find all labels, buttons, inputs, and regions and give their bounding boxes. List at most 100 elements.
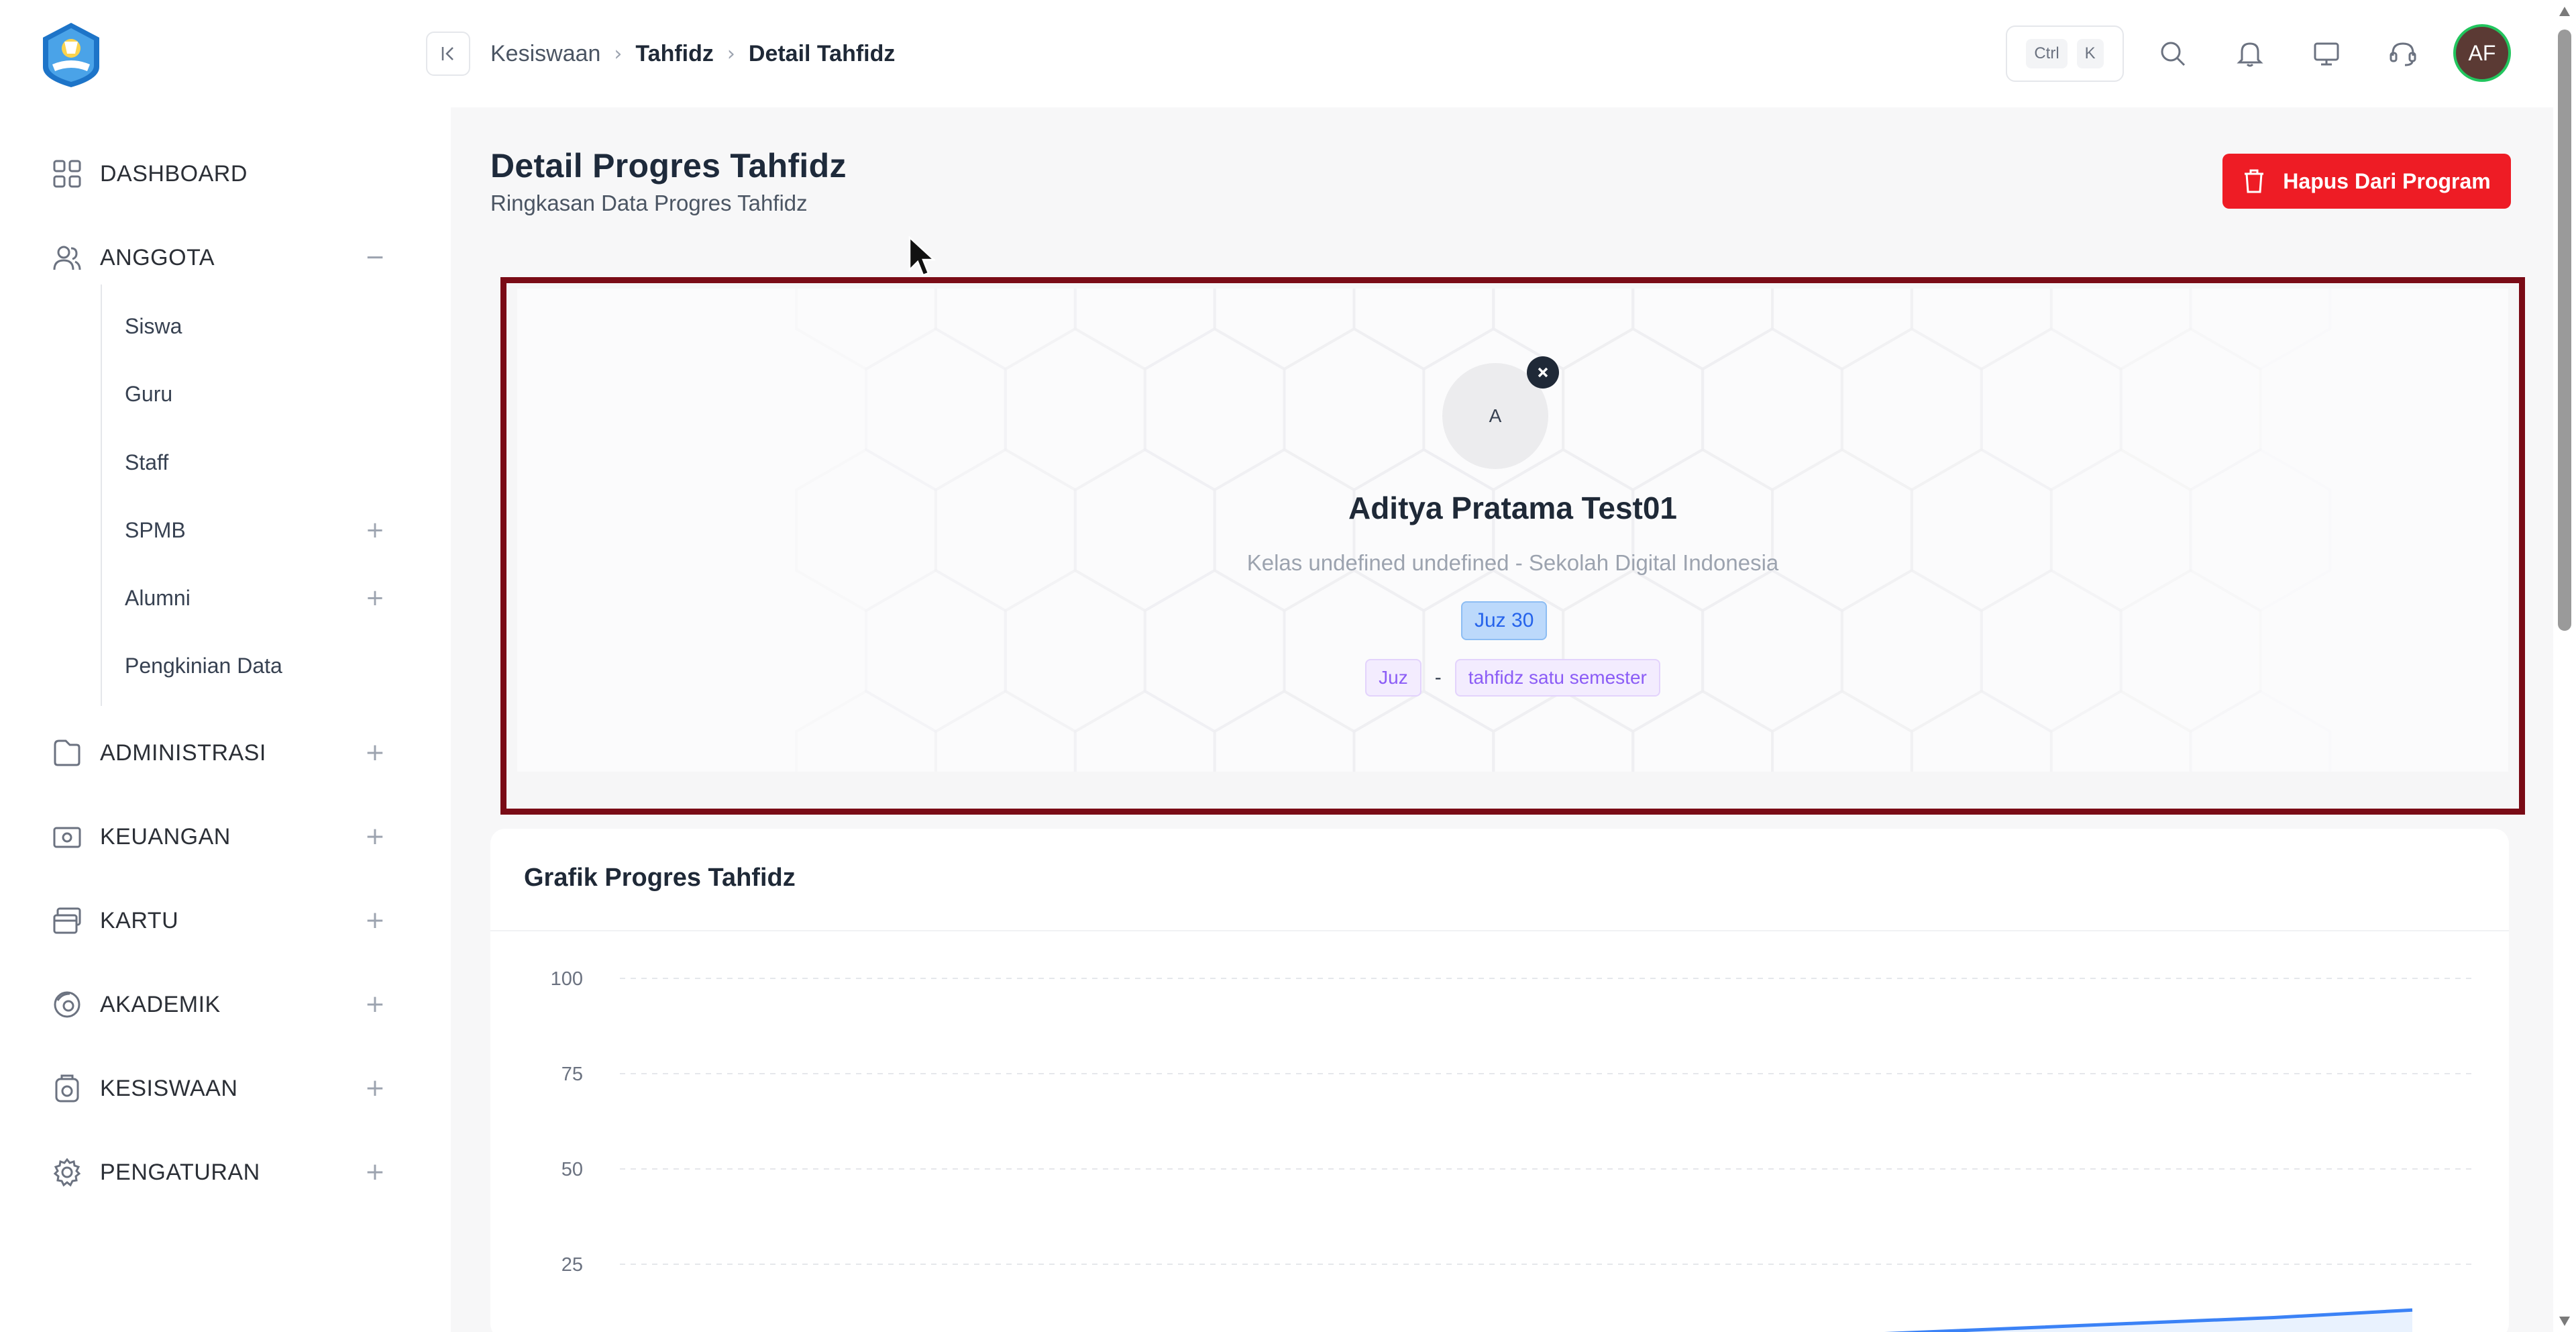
hexagon-shape: [1352, 448, 1495, 613]
juz-badge: Juz 30: [1461, 601, 1548, 640]
sidebar-collapse-button[interactable]: [426, 32, 470, 76]
scroll-down-arrow-icon[interactable]: [2559, 1317, 2570, 1326]
hexagon-shape: [1213, 448, 1356, 613]
sidebar-subitem-staff[interactable]: Staff: [101, 442, 449, 482]
hexagon-shape: [1492, 289, 1635, 371]
hexagon-shape: [1631, 689, 1774, 772]
expand-icon[interactable]: +: [364, 1160, 386, 1184]
monitor-icon[interactable]: [2310, 38, 2343, 70]
hexagon-shape: [1980, 568, 2123, 733]
hexagon-shape: [1213, 289, 1356, 371]
hexagon-shape: [2119, 327, 2262, 492]
tut-wuri-handayani-logo[interactable]: [38, 20, 105, 90]
breadcrumb-detail-tahfidz: Detail Tahfidz: [748, 40, 896, 66]
money-icon: [51, 821, 83, 853]
student-icon: [51, 1072, 83, 1105]
expand-icon[interactable]: +: [364, 741, 386, 765]
hexagon-shape: [1840, 327, 1983, 492]
search-icon[interactable]: [2157, 38, 2189, 70]
hexagon-shape: [2049, 448, 2192, 613]
expand-icon[interactable]: +: [364, 909, 386, 933]
hexagon-shape: [1562, 568, 1705, 733]
sidebar-item-keuangan[interactable]: KEUANGAN +: [0, 815, 451, 858]
sidebar-item-label: KESISWAAN: [100, 1075, 238, 1101]
sidebar: DASHBOARD ANGGOTA − Siswa Guru Staff SPM…: [0, 0, 451, 1332]
hexagon-shape: [1283, 568, 1426, 733]
submenu-divider: [101, 285, 102, 706]
sidebar-item-kartu[interactable]: KARTU +: [0, 899, 451, 942]
mouse-cursor-icon: [908, 236, 935, 276]
sidebar-subitem-guru[interactable]: Guru: [101, 374, 449, 414]
support-icon[interactable]: [2387, 38, 2419, 70]
bell-icon[interactable]: [2234, 38, 2266, 70]
profile-highlight-frame: A Aditya Pratama Test01 Kelas undefined …: [500, 277, 2525, 815]
breadcrumb-tahfidz[interactable]: Tahfidz: [635, 41, 713, 67]
sidebar-subitem-spmb[interactable]: SPMB +: [101, 510, 449, 550]
expand-icon[interactable]: +: [364, 1076, 386, 1100]
y-tick-label: 50: [561, 1159, 583, 1180]
sidebar-item-administrasi[interactable]: ADMINISTRASI +: [0, 731, 451, 774]
hexagon-shape: [1352, 689, 1495, 772]
collapse-icon[interactable]: −: [364, 246, 386, 270]
page-subtitle: Ringkasan Data Progres Tahfidz: [490, 191, 808, 215]
remove-from-program-button[interactable]: Hapus Dari Program: [2222, 154, 2511, 209]
progress-chart-card: Grafik Progres Tahfidz 100 75 50 25: [490, 829, 2509, 1332]
hexagon-shape: [865, 568, 1007, 733]
hexagon-shape: [1840, 568, 1983, 733]
chevron-right-icon: ›: [727, 42, 735, 66]
hexagon-shape: [1910, 689, 2053, 772]
sidebar-item-label: ANGGOTA: [100, 244, 215, 270]
badge-separator: -: [1434, 666, 1442, 688]
sidebar-subitem-alumni[interactable]: Alumni +: [101, 578, 449, 618]
hexagon-shape: [1701, 327, 1843, 492]
expand-icon[interactable]: +: [364, 586, 386, 609]
hexagon-shape: [2049, 289, 2192, 371]
chevron-right-icon: ›: [614, 42, 623, 66]
breadcrumb-kesiswaan[interactable]: Kesiswaan: [490, 41, 600, 67]
hexagon-shape: [1283, 327, 1426, 492]
hexagon-pattern: [795, 289, 2332, 772]
hexagon-shape: [1213, 689, 1356, 772]
hexagon-shape: [2189, 448, 2332, 613]
sidebar-item-kesiswaan[interactable]: KESISWAAN +: [0, 1067, 451, 1110]
hexagon-shape: [2189, 289, 2332, 371]
hexagon-shape: [795, 289, 937, 371]
breadcrumb: Kesiswaan › Tahfidz › Detail Tahfidz: [490, 39, 895, 68]
scrollbar[interactable]: [2553, 0, 2576, 1332]
scroll-thumb[interactable]: [2558, 30, 2571, 631]
gear-icon: [51, 1156, 83, 1188]
hexagon-shape: [1352, 289, 1495, 371]
hexagon-shape: [1701, 568, 1843, 733]
hexagon-shape: [1422, 568, 1565, 733]
hexagon-shape: [934, 689, 1077, 772]
hexagon-shape: [1771, 289, 1913, 371]
grid-icon: [51, 158, 83, 190]
hexagon-shape: [1004, 568, 1146, 733]
sidebar-item-anggota[interactable]: ANGGOTA −: [0, 236, 451, 279]
remove-from-program-label: Hapus Dari Program: [2283, 168, 2491, 193]
sidebar-subitem-pengkinian-data[interactable]: Pengkinian Data: [101, 646, 449, 686]
y-tick-label: 25: [561, 1254, 583, 1276]
user-avatar[interactable]: AF: [2453, 24, 2511, 82]
sidebar-item-dashboard[interactable]: DASHBOARD: [0, 152, 451, 195]
expand-icon[interactable]: +: [364, 992, 386, 1017]
sidebar-subitem-siswa[interactable]: Siswa: [101, 306, 449, 346]
hexagon-shape: [1980, 327, 2123, 492]
users-icon: [51, 242, 83, 274]
sidebar-item-pengaturan[interactable]: PENGATURAN +: [0, 1151, 451, 1194]
close-icon[interactable]: [1527, 356, 1559, 389]
expand-icon[interactable]: +: [364, 519, 386, 542]
hexagon-shape: [1631, 289, 1774, 371]
program-badges: Juz - tahfidz satu semester: [517, 659, 2508, 697]
expand-icon[interactable]: +: [364, 825, 386, 849]
command-palette-button[interactable]: Ctrl K: [2006, 25, 2124, 82]
sidebar-item-label: KEUANGAN: [100, 823, 231, 850]
hexagon-shape: [795, 448, 937, 613]
scroll-up-arrow-icon[interactable]: [2559, 7, 2570, 16]
subitem-label: Alumni: [125, 585, 191, 610]
hexagon-shape: [2049, 689, 2192, 772]
hexagon-shape: [1771, 689, 1913, 772]
sidebar-item-akademik[interactable]: AKADEMIK +: [0, 983, 451, 1026]
hexagon-shape: [1004, 327, 1146, 492]
trash-icon: [2245, 169, 2264, 193]
